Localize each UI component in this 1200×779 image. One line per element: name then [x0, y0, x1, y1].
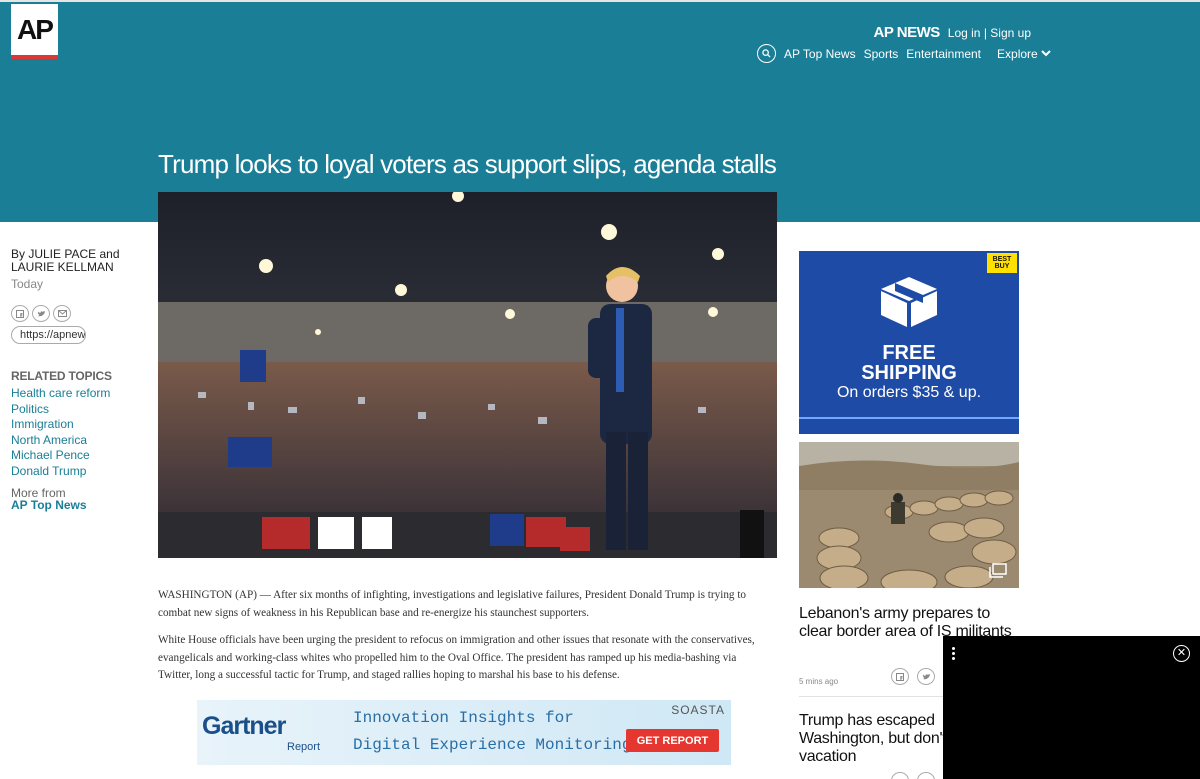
sponsor-logo: SOASTA [671, 703, 725, 717]
auth-separator: | [983, 26, 987, 40]
facebook-icon[interactable] [891, 772, 909, 779]
explore-label: Explore [997, 46, 1038, 61]
main-nav: AP Top News Sports Entertainment Explore [757, 44, 1051, 63]
gartner-report-label: Report [287, 741, 321, 753]
masthead: AP AP NEWS Log in | Sign up AP Top News … [0, 0, 1200, 222]
site-name[interactable]: AP NEWS [874, 24, 941, 41]
ap-logo[interactable]: AP [11, 4, 58, 59]
more-vert-icon[interactable] [952, 647, 955, 660]
related-topic-link[interactable]: North America [11, 433, 121, 449]
article-headline: Trump looks to loyal voters as support s… [158, 149, 777, 179]
article-paragraph: WASHINGTON (AP) — After six months of in… [158, 589, 747, 619]
share-link-field[interactable]: https://apnews.com [11, 326, 86, 344]
login-link[interactable]: Log in [948, 26, 981, 40]
related-topic-link[interactable]: Politics [11, 402, 121, 418]
story-timestamp: 5 mins ago [799, 677, 839, 686]
share-buttons [11, 305, 121, 322]
related-topic-link[interactable]: Michael Pence [11, 448, 121, 464]
banner-ad[interactable]: Gartner Report Innovation Insights for D… [197, 700, 731, 765]
banner-ad-line2: Digital Experience Monitoring [353, 736, 632, 754]
nav-sports[interactable]: Sports [864, 47, 899, 61]
nav-explore[interactable]: Explore [997, 47, 1051, 61]
related-topic-link[interactable]: Donald Trump [11, 464, 121, 480]
related-topics-heading: RELATED TOPICS [11, 369, 112, 383]
byline: By JULIE PACE and LAURIE KELLMAN [11, 247, 120, 274]
more-from-link[interactable]: AP Top News [11, 499, 121, 511]
share-link-text: https://apnews.com [20, 329, 86, 341]
bestbuy-logo: BEST BUY [987, 253, 1017, 273]
article-body: WASHINGTON (AP) — After six months of in… [158, 587, 758, 685]
free-label: FREE [882, 342, 936, 364]
orders-label: On orders $35 & up. [836, 384, 982, 401]
video-player[interactable]: ✕ [943, 636, 1200, 779]
gartner-logo: Gartner [202, 712, 286, 740]
search-icon[interactable] [757, 44, 776, 63]
story-image[interactable] [799, 442, 1019, 588]
shipping-label: SHIPPING [861, 362, 957, 384]
related-topics-list: Health care reform Politics Immigration … [11, 386, 121, 479]
side-ad[interactable]: BEST BUY FREE SHIPPING On orders $35 & u… [799, 251, 1019, 434]
facebook-icon[interactable] [891, 668, 909, 685]
twitter-icon[interactable] [917, 772, 935, 779]
gallery-icon [989, 563, 1007, 578]
related-topic-link[interactable]: Health care reform [11, 386, 121, 402]
account-bar: AP NEWS Log in | Sign up [874, 24, 1031, 41]
article-sidebar: By JULIE PACE and LAURIE KELLMAN Today h… [11, 248, 121, 511]
get-report-button[interactable]: GET REPORT [626, 729, 719, 752]
email-icon[interactable] [53, 305, 71, 322]
related-topic-link[interactable]: Immigration [11, 417, 121, 433]
article-paragraph: White House officials have been urging t… [158, 634, 755, 681]
auth-links: Log in | Sign up [948, 26, 1031, 40]
banner-ad-line1: Innovation Insights for [353, 709, 574, 727]
nav-entertainment[interactable]: Entertainment [906, 47, 981, 61]
twitter-icon[interactable] [917, 668, 935, 685]
box-icon [881, 277, 937, 327]
facebook-icon[interactable] [11, 305, 29, 322]
twitter-icon[interactable] [32, 305, 50, 322]
signup-link[interactable]: Sign up [990, 26, 1031, 40]
publish-date: Today [11, 277, 44, 291]
close-icon[interactable]: ✕ [1173, 645, 1190, 662]
hero-image [158, 192, 777, 558]
ad-rule [799, 417, 1019, 419]
chevron-down-icon [1040, 50, 1051, 57]
nav-ap-top-news[interactable]: AP Top News [784, 47, 856, 61]
